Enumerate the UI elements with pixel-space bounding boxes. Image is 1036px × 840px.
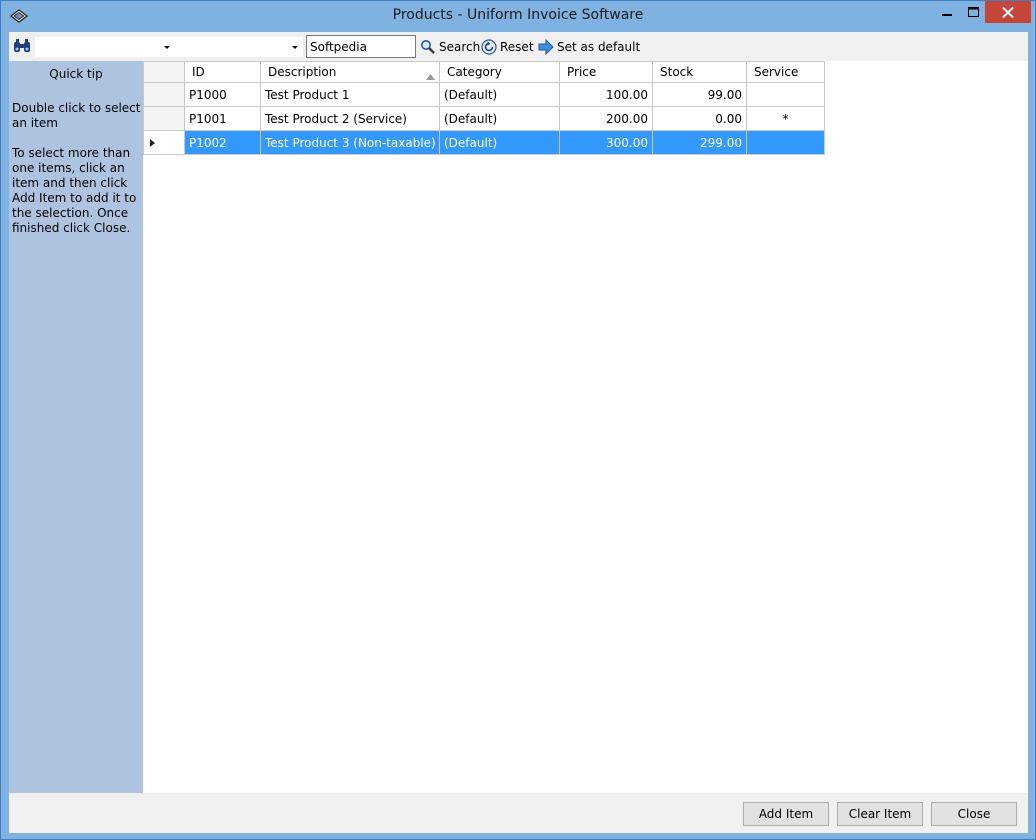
search-button-label: Search xyxy=(439,40,481,54)
arrow-right-icon xyxy=(538,39,554,55)
products-grid-area[interactable]: ID Description Category Price Stock Serv… xyxy=(143,61,1028,793)
quick-tip-panel: Quick tip Double click to select an item… xyxy=(9,61,143,793)
footer-bar: Add Item Clear Item Close xyxy=(9,793,1028,833)
column-header-description-label: Description xyxy=(268,65,337,79)
operator-combo[interactable] xyxy=(175,37,303,57)
cell-service[interactable] xyxy=(746,130,825,155)
table-row[interactable]: P1000 Test Product 1 (Default) 100.00 99… xyxy=(143,82,825,107)
cell-category[interactable]: (Default) xyxy=(439,82,560,107)
search-button[interactable]: Search xyxy=(420,37,480,57)
row-header[interactable] xyxy=(143,106,185,131)
products-grid[interactable]: ID Description Category Price Stock Serv… xyxy=(143,61,825,155)
grid-header-row: ID Description Category Price Stock Serv… xyxy=(143,61,825,83)
cell-description[interactable]: Test Product 2 (Service) xyxy=(260,106,440,131)
column-header-category[interactable]: Category xyxy=(439,61,560,83)
client-area: Search Reset Set as default Quick tip Do… xyxy=(9,32,1028,833)
table-row-selected[interactable]: P1002 Test Product 3 (Non-taxable) (Defa… xyxy=(143,130,825,155)
cell-price[interactable]: 200.00 xyxy=(559,106,653,131)
column-header-description[interactable]: Description xyxy=(260,61,440,83)
sort-ascending-icon xyxy=(426,69,435,82)
toolbar: Search Reset Set as default xyxy=(9,32,1028,61)
set-as-default-button[interactable]: Set as default xyxy=(538,37,640,57)
quick-tip-text-1: Double click to select an item xyxy=(12,101,141,130)
search-input[interactable] xyxy=(306,35,416,58)
field-filter-combo[interactable] xyxy=(35,37,175,57)
cell-price[interactable]: 100.00 xyxy=(559,82,653,107)
column-header-price[interactable]: Price xyxy=(559,61,653,83)
close-button[interactable]: Close xyxy=(931,802,1017,826)
reset-button-label: Reset xyxy=(500,40,534,54)
row-header[interactable] xyxy=(143,130,185,155)
cell-id[interactable]: P1001 xyxy=(184,106,261,131)
quick-tip-title: Quick tip xyxy=(49,67,103,81)
current-row-icon xyxy=(150,138,155,147)
binoculars-icon xyxy=(13,39,31,53)
column-header-id[interactable]: ID xyxy=(184,61,261,83)
cell-service[interactable]: * xyxy=(746,106,825,131)
cell-description[interactable]: Test Product 3 (Non-taxable) xyxy=(260,130,440,155)
minimize-button[interactable] xyxy=(933,1,961,23)
chevron-down-icon[interactable] xyxy=(162,41,172,53)
cell-id[interactable]: P1002 xyxy=(184,130,261,155)
reset-icon xyxy=(481,39,497,55)
window-title: Products - Uniform Invoice Software xyxy=(392,7,644,23)
cell-description[interactable]: Test Product 1 xyxy=(260,82,440,107)
title-bar[interactable]: Products - Uniform Invoice Software xyxy=(1,1,1035,31)
cell-stock[interactable]: 0.00 xyxy=(652,106,747,131)
cell-price[interactable]: 300.00 xyxy=(559,130,653,155)
cell-category[interactable]: (Default) xyxy=(439,130,560,155)
quick-tip-text-2: To select more than one items, click an … xyxy=(12,146,137,235)
products-window: Products - Uniform Invoice Software Soft… xyxy=(0,0,1036,840)
reset-button[interactable]: Reset xyxy=(481,37,534,57)
search-icon xyxy=(421,40,435,54)
cell-id[interactable]: P1000 xyxy=(184,82,261,107)
column-header-service[interactable]: Service xyxy=(746,61,825,83)
chevron-down-icon[interactable] xyxy=(290,41,300,53)
table-row[interactable]: P1001 Test Product 2 (Service) (Default)… xyxy=(143,106,825,131)
add-item-button[interactable]: Add Item xyxy=(743,802,829,826)
row-header-corner xyxy=(143,61,185,83)
cell-category[interactable]: (Default) xyxy=(439,106,560,131)
column-header-stock[interactable]: Stock xyxy=(652,61,747,83)
cell-stock[interactable]: 299.00 xyxy=(652,130,747,155)
row-header[interactable] xyxy=(143,82,185,107)
maximize-button[interactable] xyxy=(959,1,987,23)
set-as-default-label: Set as default xyxy=(557,40,641,54)
cell-stock[interactable]: 99.00 xyxy=(652,82,747,107)
clear-item-button[interactable]: Clear Item xyxy=(837,802,923,826)
cell-service[interactable] xyxy=(746,82,825,107)
close-window-button[interactable] xyxy=(985,1,1031,23)
